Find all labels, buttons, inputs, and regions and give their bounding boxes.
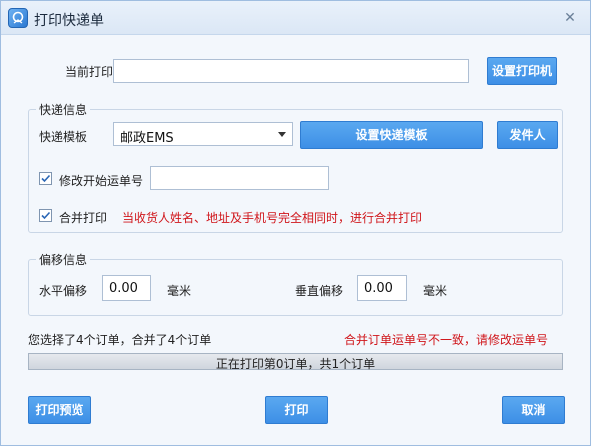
- window-title: 打印快递单: [34, 13, 104, 29]
- checkmark-icon: [41, 211, 51, 220]
- merge-print-checkbox[interactable]: [39, 209, 52, 222]
- progress-text: 正在打印第0订单，共1个订单: [215, 357, 376, 371]
- close-icon[interactable]: ✕: [562, 10, 578, 26]
- chevron-down-icon: [278, 132, 286, 137]
- offset-info-title: 偏移信息: [36, 251, 91, 268]
- print-express-dialog: 打印快递单 ✕ 当前打印机 设置打印机 快递信息 快递模板 邮政EMS 设置快递…: [0, 0, 591, 446]
- express-template-select[interactable]: 邮政EMS: [113, 122, 293, 146]
- checkmark-icon: [41, 174, 51, 183]
- set-express-template-button[interactable]: 设置快递模板: [300, 121, 483, 149]
- vertical-offset-input[interactable]: [357, 275, 407, 301]
- start-waybill-input[interactable]: [150, 166, 329, 190]
- print-progress-bar: 正在打印第0订单，共1个订单: [28, 353, 563, 371]
- horizontal-offset-input[interactable]: [102, 275, 151, 301]
- express-template-value: 邮政EMS: [120, 131, 174, 146]
- waybill-warning: 合并订单运单号不一致，请修改运单号: [344, 333, 549, 347]
- print-preview-button[interactable]: 打印预览: [28, 396, 91, 424]
- express-info-title: 快递信息: [36, 101, 91, 118]
- horizontal-offset-label: 水平偏移: [39, 284, 88, 298]
- set-printer-button[interactable]: 设置打印机: [487, 57, 557, 85]
- vertical-offset-unit: 毫米: [423, 284, 448, 298]
- vertical-offset-label: 垂直偏移: [295, 284, 344, 298]
- title-bar: 打印快递单 ✕: [1, 1, 590, 35]
- app-logo-icon: [8, 8, 28, 28]
- print-button[interactable]: 打印: [265, 396, 328, 424]
- sender-button[interactable]: 发件人: [497, 121, 558, 149]
- modify-start-checkbox[interactable]: [39, 172, 52, 185]
- selection-summary: 您选择了4个订单，合并了4个订单: [28, 333, 212, 347]
- cancel-button[interactable]: 取消: [502, 396, 565, 424]
- express-template-label: 快递模板: [39, 130, 88, 144]
- modify-start-label: 修改开始运单号: [59, 174, 144, 188]
- merge-print-note: 当收货人姓名、地址及手机号完全相同时，进行合并打印: [122, 211, 423, 225]
- horizontal-offset-unit: 毫米: [167, 284, 192, 298]
- current-printer-input[interactable]: [113, 59, 469, 83]
- merge-print-label: 合并打印: [59, 211, 108, 225]
